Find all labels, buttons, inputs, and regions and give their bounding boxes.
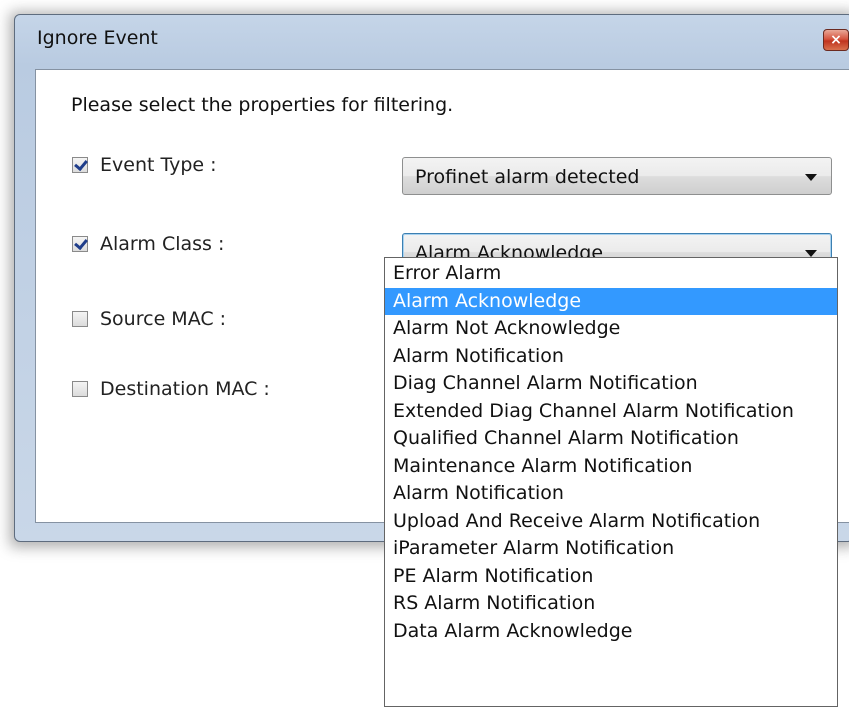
- dropdown-option-maintenance-alarm-notification[interactable]: Maintenance Alarm Notification: [385, 453, 837, 481]
- source-mac-label: Source MAC :: [100, 308, 227, 330]
- dropdown-option-iparameter-alarm-notification[interactable]: iParameter Alarm Notification: [385, 535, 837, 563]
- event-type-value: Profinet alarm detected: [415, 166, 640, 188]
- dropdown-option-error-alarm[interactable]: Error Alarm: [385, 260, 837, 288]
- destination-mac-checkbox[interactable]: [72, 381, 88, 397]
- instruction-text: Please select the properties for filteri…: [71, 94, 454, 116]
- dropdown-option-pe-alarm-notification[interactable]: PE Alarm Notification: [385, 563, 837, 591]
- dropdown-option-alarm-notification-2[interactable]: Alarm Notification: [385, 480, 837, 508]
- dropdown-option-alarm-acknowledge[interactable]: Alarm Acknowledge: [385, 287, 837, 315]
- event-type-checkbox[interactable]: [72, 157, 88, 173]
- dropdown-option-diag-channel-alarm-notification[interactable]: Diag Channel Alarm Notification: [385, 370, 837, 398]
- dropdown-option-alarm-notification[interactable]: Alarm Notification: [385, 343, 837, 371]
- chevron-down-icon: [805, 174, 817, 181]
- title-bar[interactable]: Ignore Event ×: [15, 15, 849, 69]
- chevron-down-icon: [805, 250, 817, 257]
- alarm-class-label: Alarm Class :: [100, 233, 225, 255]
- dropdown-option-qualified-channel-alarm-notification[interactable]: Qualified Channel Alarm Notification: [385, 425, 837, 453]
- close-button[interactable]: ×: [823, 29, 849, 51]
- dropdown-option-rs-alarm-notification[interactable]: RS Alarm Notification: [385, 590, 837, 618]
- dropdown-option-data-alarm-acknowledge[interactable]: Data Alarm Acknowledge: [385, 618, 837, 646]
- event-type-combo[interactable]: Profinet alarm detected: [402, 157, 832, 195]
- destination-mac-label: Destination MAC :: [100, 378, 270, 400]
- dropdown-option-alarm-not-acknowledge[interactable]: Alarm Not Acknowledge: [385, 315, 837, 343]
- alarm-class-checkbox[interactable]: [72, 236, 88, 252]
- dropdown-option-upload-and-receive-alarm-notification[interactable]: Upload And Receive Alarm Notification: [385, 508, 837, 536]
- source-mac-checkbox-row[interactable]: Source MAC :: [72, 308, 226, 330]
- source-mac-checkbox[interactable]: [72, 311, 88, 327]
- destination-mac-checkbox-row[interactable]: Destination MAC :: [72, 378, 270, 400]
- event-type-checkbox-row[interactable]: Event Type :: [72, 154, 217, 176]
- event-type-label: Event Type :: [100, 154, 217, 176]
- alarm-class-dropdown-list[interactable]: Error Alarm Alarm Acknowledge Alarm Not …: [384, 257, 838, 707]
- dialog-title: Ignore Event: [37, 27, 158, 49]
- alarm-class-checkbox-row[interactable]: Alarm Class :: [72, 233, 224, 255]
- dropdown-option-extended-diag-channel-alarm-notification[interactable]: Extended Diag Channel Alarm Notification: [385, 398, 837, 426]
- close-icon: ×: [830, 32, 842, 48]
